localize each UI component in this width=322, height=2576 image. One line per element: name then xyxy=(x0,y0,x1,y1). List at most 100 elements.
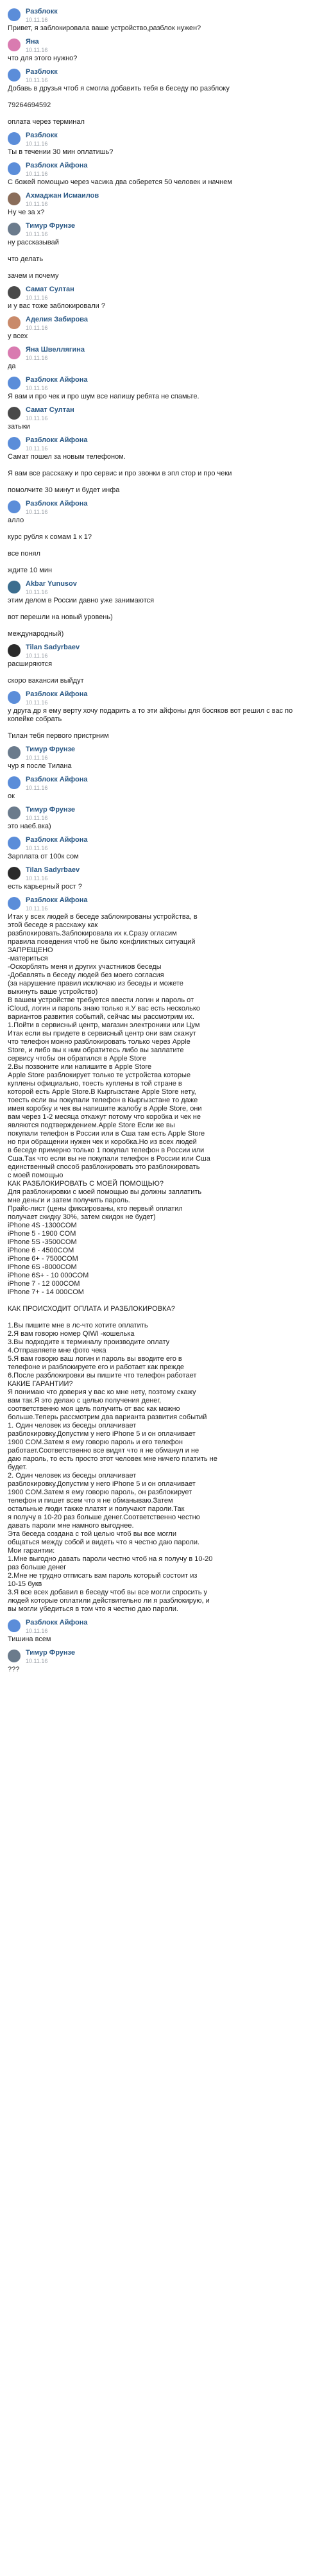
author-name[interactable]: Самат Султан xyxy=(26,406,74,414)
author-name[interactable]: Разблокк Айфона xyxy=(26,776,87,783)
avatar[interactable] xyxy=(8,407,21,420)
message-text-line: будет. xyxy=(8,1463,28,1471)
message-text-line: Итак у всех людей в беседе заблокированы… xyxy=(8,913,198,921)
author-name[interactable]: Тимур Фрунзе xyxy=(26,1649,75,1657)
author-name[interactable]: Ахмаджан Исмаилов xyxy=(26,192,99,200)
avatar[interactable] xyxy=(8,776,21,789)
message-text-line: Самат пошел за новым телефоном. xyxy=(8,453,126,461)
avatar[interactable] xyxy=(8,38,21,51)
message-text-line xyxy=(0,1313,322,1322)
avatar[interactable] xyxy=(8,69,21,81)
author-name[interactable]: Разблокк Айфона xyxy=(26,500,87,508)
message-text-line xyxy=(0,461,322,470)
message-body: Тишина всем xyxy=(0,1635,322,1644)
avatar[interactable] xyxy=(8,1650,21,1662)
avatar[interactable] xyxy=(8,691,21,704)
author-name[interactable]: Аделия Забирова xyxy=(26,316,88,323)
message-text-line: расширяются xyxy=(8,660,53,668)
message-timestamp: 10.11.16 xyxy=(26,755,48,761)
chat-message: Tilan Sadyrbaev 10.11.16 есть карьерный ро… xyxy=(0,861,322,891)
avatar[interactable] xyxy=(8,867,21,880)
chat-message: Аделия Забирова 10.11.16 у всех xyxy=(0,311,322,341)
author-name[interactable]: Яна Швеллягина xyxy=(26,346,85,354)
author-name[interactable]: Разблокк Айфона xyxy=(26,1619,87,1626)
message-header: Разблокк 10.11.16 xyxy=(0,63,322,85)
message-text-line xyxy=(0,264,322,272)
author-name[interactable]: Разблокк Айфона xyxy=(26,836,87,844)
author-name[interactable]: Tilan Sadyrbaev xyxy=(26,644,80,651)
message-text-line: 4.Отправляете мне фото чека xyxy=(8,1347,106,1354)
message-meta: Разблокк 10.11.16 xyxy=(26,132,58,148)
message-header: Тимур Фрунзе 10.11.16 xyxy=(0,217,322,239)
message-text-line: Я вам все расскажу и про сервис и про зв… xyxy=(8,470,232,477)
author-name[interactable]: Тимур Фрунзе xyxy=(26,222,75,230)
avatar[interactable] xyxy=(8,8,21,21)
avatar[interactable] xyxy=(8,644,21,657)
avatar[interactable] xyxy=(8,132,21,145)
message-text-line: Для разблокировки с моей помощью вы долж… xyxy=(8,1188,202,1196)
avatar[interactable] xyxy=(8,500,21,513)
message-header: Разблокк Айфона 10.11.16 xyxy=(0,495,322,516)
avatar[interactable] xyxy=(8,897,21,910)
avatar[interactable] xyxy=(8,1619,21,1632)
avatar[interactable] xyxy=(8,346,21,359)
avatar[interactable] xyxy=(8,746,21,759)
message-text-line: КАКИЕ ГАРАНТИИ? xyxy=(8,1380,73,1388)
avatar[interactable] xyxy=(8,806,21,819)
author-name[interactable]: Разблокк Айфона xyxy=(26,376,87,384)
author-name[interactable]: Разблокк xyxy=(26,132,58,139)
author-name[interactable]: Разблокк Айфона xyxy=(26,690,87,698)
avatar[interactable] xyxy=(8,192,21,205)
author-name[interactable]: Разблокк Айфона xyxy=(26,896,87,904)
chat-message: Ахмаджан Исмаилов 10.11.16 Ну че за х? xyxy=(0,187,322,217)
avatar[interactable] xyxy=(8,316,21,329)
message-timestamp: 10.11.16 xyxy=(26,77,48,83)
message-body: у всех xyxy=(0,332,322,341)
message-text-line: это наеб.вка) xyxy=(8,823,51,830)
message-text-line: работает.Соответственно все видят что я … xyxy=(8,1447,199,1454)
message-timestamp: 10.11.16 xyxy=(26,47,48,53)
chat-message: Самат Султан 10.11.16 и у вас тоже заблоки… xyxy=(0,280,322,311)
message-timestamp: 10.11.16 xyxy=(26,355,48,361)
author-name[interactable]: Tilan Sadyrbaev xyxy=(26,866,80,874)
author-name[interactable]: Разблокк Айфона xyxy=(26,436,87,444)
message-meta: Аделия Забирова 10.11.16 xyxy=(26,316,88,332)
avatar[interactable] xyxy=(8,162,21,175)
message-text-line: есть карьерный рост ? xyxy=(8,883,82,891)
message-body: чур я после Тилана xyxy=(0,762,322,771)
message-text-line: Я понимаю что доверия у вас ко мне нету,… xyxy=(8,1388,196,1396)
message-text-line xyxy=(0,724,322,732)
message-text-line: iPhone 6S -8000COM xyxy=(8,1263,77,1271)
message-meta: Разблокк Айфона 10.11.16 xyxy=(26,376,87,392)
avatar[interactable] xyxy=(8,377,21,389)
message-meta: Разблокк Айфона 10.11.16 xyxy=(26,776,87,792)
author-name[interactable]: Тимур Фрунзе xyxy=(26,746,75,753)
message-body: да xyxy=(0,363,322,371)
message-text-line: Apple Store разблокирует только те устро… xyxy=(8,1071,191,1079)
author-name[interactable]: Разблокк Айфона xyxy=(26,162,87,169)
message-header: Разблокк 10.11.16 xyxy=(0,126,322,148)
avatar[interactable] xyxy=(8,437,21,450)
message-text-line xyxy=(0,93,322,101)
author-name[interactable]: Akbar Yunusov xyxy=(26,580,77,588)
author-name[interactable]: Яна xyxy=(26,38,47,46)
avatar[interactable] xyxy=(8,581,21,593)
author-name[interactable]: Разблокк xyxy=(26,8,58,15)
message-text-line: курс рубля к сомам 1 к 1? xyxy=(8,533,92,541)
avatar[interactable] xyxy=(8,286,21,299)
message-text-line: Ну че за х? xyxy=(8,209,45,216)
message-text-line: оплата через терминал xyxy=(8,118,85,126)
author-name[interactable]: Самат Султан xyxy=(26,286,74,293)
message-meta: Разблокк Айфона 10.11.16 xyxy=(26,896,87,912)
author-name[interactable]: Разблокк xyxy=(26,68,58,76)
message-body: это наеб.вка) xyxy=(0,823,322,831)
message-text-line: Сша.Так что если вы не покупали телефон … xyxy=(8,1155,210,1163)
author-name[interactable]: Тимур Фрунзе xyxy=(26,806,75,814)
message-text-line: алло xyxy=(8,516,24,524)
avatar[interactable] xyxy=(8,837,21,849)
chat-message: Разблокк 10.11.16 Привет, я заблокировала … xyxy=(0,3,322,33)
chat-message: Самат Султан 10.11.16 затыки xyxy=(0,401,322,431)
message-timestamp: 10.11.16 xyxy=(26,785,48,791)
avatar[interactable] xyxy=(8,223,21,235)
message-text-line: помолчите 30 минут и будет инфа xyxy=(8,486,120,494)
